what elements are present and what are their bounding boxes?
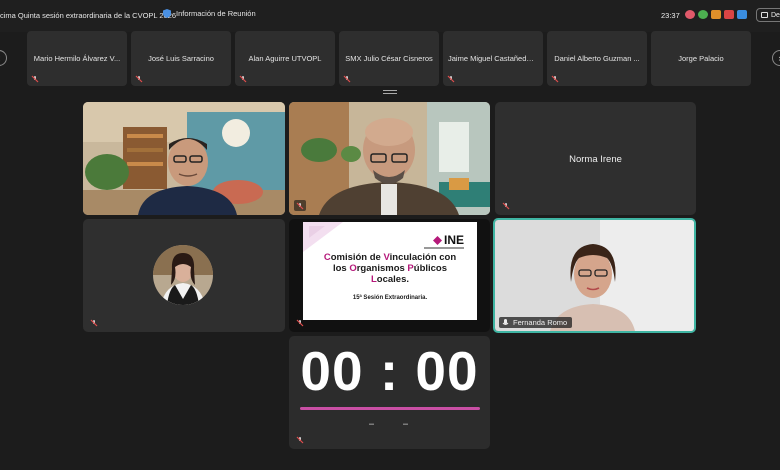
mic-off-icon [343, 75, 351, 83]
record-icon[interactable] [685, 10, 695, 19]
mic-icon [502, 318, 509, 325]
live-icon[interactable] [724, 10, 734, 19]
participant-name-center: Norma Irene [569, 154, 622, 165]
mic-off-icon [551, 75, 559, 83]
ine-diamond-icon [432, 235, 442, 245]
strip-tile[interactable]: SMX Julio César Cisneros [339, 31, 439, 86]
strip-prev-arrow-icon[interactable]: ‹ [0, 50, 7, 66]
mic-off-icon [296, 436, 304, 443]
mic-off-icon [31, 75, 39, 83]
participant-video-image [495, 220, 694, 331]
participant-name: Alan Aguirre UTVOPL [248, 54, 322, 63]
mic-off-badge [294, 317, 306, 328]
strip-tile[interactable]: Daniel Alberto Guzman ... [547, 31, 647, 86]
slide-title: Comisión de Vinculación con los Organism… [323, 252, 457, 285]
video-tile-avatar-woman[interactable] [83, 219, 285, 332]
strip-tile[interactable]: Alan Aguirre UTVOPL [235, 31, 335, 86]
timer-control-icon[interactable]: ▬ [369, 421, 374, 427]
mic-off-icon [296, 319, 304, 326]
ine-logo-tagline [424, 247, 464, 249]
timer-display: 00 : 00 [300, 340, 479, 402]
chat-icon[interactable] [711, 10, 721, 19]
meeting-title: cima Quinta sesión extraordinaria de la … [0, 11, 177, 20]
meeting-clock: 23:37 [661, 11, 680, 20]
ine-logo-text: INE [443, 233, 464, 247]
participant-name: Fernanda Romo [513, 318, 568, 327]
mic-off-badge [500, 200, 512, 211]
mic-off-icon [239, 75, 247, 83]
timer-progress-bar [300, 407, 480, 410]
video-tile-fernanda-romo[interactable]: Fernanda Romo [493, 218, 696, 333]
participant-name: Mario Hermilo Álvarez V... [33, 54, 121, 63]
slide-decoration [303, 222, 343, 252]
mic-off-badge [294, 434, 306, 445]
mic-off-badge [294, 200, 306, 211]
timer-control-icon[interactable]: ▬ [403, 421, 408, 427]
apps-icon[interactable] [737, 10, 747, 19]
ine-logo: INE [432, 233, 464, 247]
shared-slide: INE Comisión de Vinculación con los Orga… [303, 222, 477, 320]
view-button-label: De [771, 11, 780, 19]
participant-name: Daniel Alberto Guzman ... [554, 54, 640, 63]
participant-name: SMX Julio César Cisneros [345, 54, 433, 63]
participant-video-image [83, 102, 285, 215]
mic-off-icon [447, 75, 455, 83]
mic-off-icon [90, 319, 98, 326]
grid-view-icon [761, 12, 768, 18]
video-tile-man-glasses[interactable] [83, 102, 285, 215]
video-tile-man-reading[interactable] [289, 102, 490, 215]
strip-tile[interactable]: Mario Hermilo Álvarez V... [27, 31, 127, 86]
mic-off-icon [296, 202, 304, 209]
participant-name-tag: Fernanda Romo [499, 317, 573, 328]
strip-next-arrow-icon[interactable]: › [772, 50, 780, 66]
strip-tile[interactable]: José Luis Sarracino [131, 31, 231, 86]
meeting-info-button[interactable]: Información de Reunión [163, 9, 256, 18]
participant-name: Jorge Palacio [678, 54, 724, 63]
strip-drag-handle[interactable] [383, 90, 397, 94]
avatar [153, 245, 213, 305]
meeting-info-label: Información de Reunión [176, 9, 256, 18]
slide-subtitle: 15ª Sesión Extraordinaria. [352, 295, 428, 301]
mic-off-icon [135, 75, 143, 83]
shield-icon [163, 9, 171, 18]
top-bar: cima Quinta sesión extraordinaria de la … [0, 0, 780, 32]
strip-tile[interactable]: Jorge Palacio [651, 31, 751, 86]
security-icon[interactable] [698, 10, 708, 19]
status-icons [685, 10, 747, 19]
view-button[interactable]: De [756, 8, 780, 22]
timer-tile[interactable]: 00 : 00 ▬ ▬ [289, 336, 490, 449]
participant-name: Jaime Miguel Castañeda ... [448, 54, 538, 63]
mic-off-icon [502, 202, 510, 209]
participant-video-image [289, 102, 490, 215]
participant-name: José Luis Sarracino [148, 54, 214, 63]
screen-share-tile[interactable]: INE Comisión de Vinculación con los Orga… [289, 219, 490, 332]
strip-tile[interactable]: Jaime Miguel Castañeda ... [443, 31, 543, 86]
mic-off-badge [88, 317, 100, 328]
video-tile-norma-irene[interactable]: Norma Irene [495, 102, 696, 215]
